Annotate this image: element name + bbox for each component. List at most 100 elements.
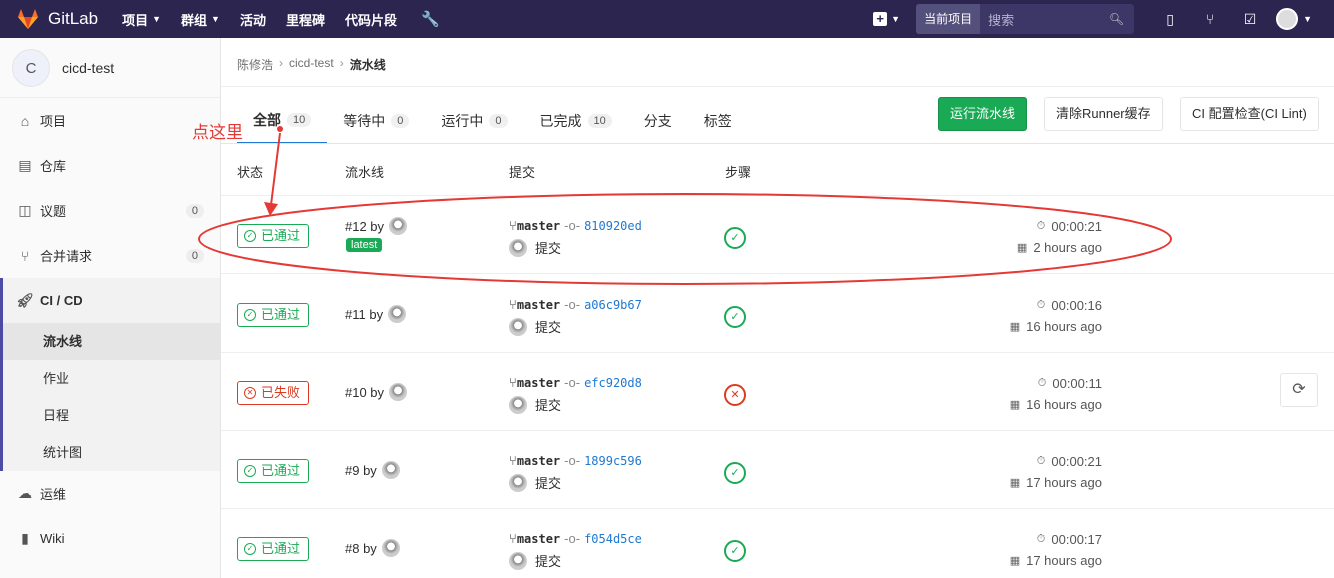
- sidebar-toggle-icon[interactable]: ▯: [1150, 11, 1190, 28]
- duration: ⏱ 00:00:11: [1038, 376, 1102, 391]
- commit-sha[interactable]: f054d5ce: [584, 532, 642, 546]
- commit-message[interactable]: 提交: [535, 317, 561, 336]
- finished-ago: ▦ 16 hours ago: [1010, 397, 1102, 412]
- search-box[interactable]: 当前项目 搜索 🔍︎: [916, 4, 1135, 34]
- commit-sha[interactable]: 1899c596: [584, 454, 642, 468]
- nav-groups[interactable]: 群组 ▼: [181, 10, 220, 29]
- avatar[interactable]: [509, 317, 527, 336]
- pipeline-id[interactable]: #12 by: [345, 217, 408, 235]
- sidebar-subitem-jobs[interactable]: 作业: [3, 360, 220, 397]
- book-icon: ▮: [21, 530, 29, 546]
- branch-name[interactable]: master: [517, 454, 560, 468]
- nav-snippets[interactable]: 代码片段: [345, 10, 397, 29]
- tab-finished[interactable]: 已完成 10: [524, 98, 628, 144]
- gitlab-logo[interactable]: GitLab: [16, 8, 98, 30]
- timer-icon: ⏱: [1036, 220, 1046, 232]
- sidebar-item-label: 合并请求: [40, 249, 93, 264]
- sidebar-item-project[interactable]: ⌂ 项目: [0, 98, 220, 143]
- sidebar-item-operations[interactable]: ☁ 运维: [0, 471, 220, 516]
- nav-activity[interactable]: 活动: [240, 10, 266, 29]
- status-badge[interactable]: ✕ 已失败: [237, 381, 310, 405]
- tab-tags[interactable]: 标签: [688, 98, 748, 144]
- stage-passed-icon[interactable]: ✓: [724, 462, 746, 484]
- sidebar-item-wiki[interactable]: ▮ Wiki: [0, 516, 220, 561]
- chevron-down-icon: ▼: [891, 14, 901, 24]
- pipeline-id[interactable]: #9 by: [345, 461, 400, 479]
- chevron-down-icon[interactable]: ▼: [1303, 14, 1312, 24]
- pipeline-id[interactable]: #10 by: [345, 383, 408, 401]
- avatar[interactable]: [509, 238, 527, 257]
- run-pipeline-button[interactable]: 运行流水线: [938, 97, 1028, 131]
- avatar[interactable]: [509, 473, 527, 492]
- commit-message[interactable]: 提交: [535, 238, 561, 257]
- nav-milestones[interactable]: 里程碑: [286, 10, 325, 29]
- sidebar-subitem-schedules[interactable]: 日程: [3, 397, 220, 434]
- stage-passed-icon[interactable]: ✓: [724, 540, 746, 562]
- sidebar-item-issues[interactable]: ◫ 议题 0: [0, 188, 220, 233]
- tab-all[interactable]: 全部 10: [237, 98, 328, 144]
- status-badge[interactable]: ✓ 已通过: [237, 459, 310, 483]
- commit-info: 提交: [509, 317, 561, 336]
- home-icon: ⌂: [20, 112, 30, 129]
- close-circle-icon: ✕: [244, 387, 256, 399]
- tab-pending[interactable]: 等待中 0: [327, 98, 425, 144]
- tab-running[interactable]: 运行中 0: [425, 98, 523, 144]
- search-scope[interactable]: 当前项目: [916, 4, 981, 34]
- breadcrumb-project[interactable]: cicd-test: [289, 56, 334, 73]
- search-input[interactable]: 搜索: [980, 10, 1109, 29]
- sidebar-item-repository[interactable]: ▤ 仓库: [0, 143, 220, 188]
- commit-message[interactable]: 提交: [535, 395, 561, 414]
- sidebar-subitem-charts[interactable]: 统计图: [3, 434, 220, 471]
- status-badge[interactable]: ✓ 已通过: [237, 303, 310, 327]
- branch-name[interactable]: master: [517, 376, 560, 390]
- clear-runner-cache-button[interactable]: 清除Runner缓存: [1044, 97, 1163, 131]
- stage-failed-icon[interactable]: ✕: [724, 384, 746, 406]
- stage-passed-icon[interactable]: ✓: [724, 227, 746, 249]
- merge-requests-icon[interactable]: ⑂: [1190, 11, 1230, 27]
- col-stages: 步骤: [725, 165, 752, 180]
- avatar[interactable]: [509, 395, 527, 414]
- commit-message[interactable]: 提交: [535, 473, 561, 492]
- avatar[interactable]: [388, 305, 407, 323]
- commit-sha[interactable]: 810920ed: [584, 219, 642, 233]
- stage-passed-icon[interactable]: ✓: [724, 306, 746, 328]
- pipeline-id[interactable]: #11 by: [345, 305, 407, 323]
- nav-projects[interactable]: 项目 ▼: [122, 10, 161, 29]
- todo-check-icon[interactable]: ☑: [1230, 11, 1270, 28]
- pipeline-id[interactable]: #8 by: [345, 539, 400, 557]
- sidebar-subitem-pipelines[interactable]: 流水线: [3, 323, 220, 360]
- check-circle-icon: ✓: [244, 465, 256, 477]
- project-header[interactable]: C cicd-test: [0, 38, 220, 98]
- status-badge[interactable]: ✓ 已通过: [237, 537, 310, 561]
- avatar[interactable]: [389, 217, 408, 235]
- sidebar-item-merge-requests[interactable]: ⑂ 合并请求 0: [0, 233, 220, 278]
- table-header: 状态 流水线 提交 步骤: [221, 144, 1334, 196]
- branch-name[interactable]: master: [517, 298, 560, 312]
- new-dropdown[interactable]: + ▼: [873, 12, 900, 26]
- pipeline-tabs: 全部 10 等待中 0 运行中 0 已完成 10 分支 标签: [237, 98, 748, 144]
- breadcrumb-user[interactable]: 陈修浩: [237, 56, 273, 73]
- ci-lint-button[interactable]: CI 配置检查(CI Lint): [1180, 97, 1319, 131]
- tab-label: 分支: [643, 113, 672, 129]
- status-badge[interactable]: ✓ 已通过: [237, 224, 310, 248]
- branch-icon: ⑂: [509, 218, 517, 233]
- admin-wrench-icon[interactable]: 🔧: [421, 10, 440, 29]
- user-avatar[interactable]: [1276, 8, 1299, 30]
- duration: ⏱ 00:00:17: [1037, 532, 1102, 547]
- sidebar-item-cicd[interactable]: 🚀︎ CI / CD: [0, 278, 220, 323]
- merge-requests-count: 0: [185, 248, 204, 263]
- issues-icon: ◫: [18, 202, 32, 218]
- avatar[interactable]: [381, 461, 400, 479]
- retry-icon[interactable]: ⟳: [1280, 373, 1318, 407]
- avatar[interactable]: [509, 551, 527, 570]
- avatar[interactable]: [381, 539, 400, 557]
- commit-sha[interactable]: efc920d8: [584, 376, 642, 390]
- commit-sha[interactable]: a06c9b67: [584, 298, 642, 312]
- commit-message[interactable]: 提交: [535, 551, 561, 570]
- breadcrumb-current[interactable]: 流水线: [350, 56, 386, 73]
- branch-name[interactable]: master: [517, 219, 560, 233]
- branch-name[interactable]: master: [517, 532, 560, 546]
- tab-branches[interactable]: 分支: [628, 98, 688, 144]
- commit-icon: -o-: [564, 375, 581, 390]
- avatar[interactable]: [389, 383, 408, 401]
